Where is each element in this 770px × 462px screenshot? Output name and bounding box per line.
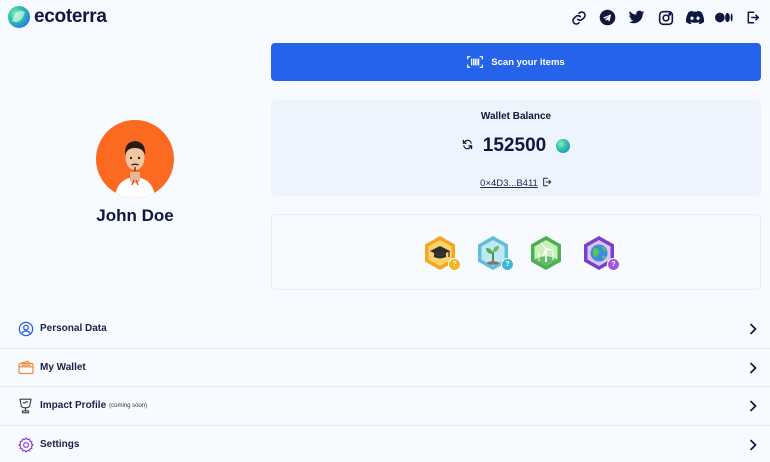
badge-status: ? <box>501 258 514 271</box>
barcode-scan-icon <box>467 56 484 68</box>
scan-items-button[interactable]: Scan your items <box>271 43 761 81</box>
profile-menu: Personal Data My Wallet Impact Profile (… <box>0 310 770 462</box>
menu-item-personal-data[interactable]: Personal Data <box>0 310 770 349</box>
badges-card: ? ? ? <box>271 214 761 290</box>
menu-label: My Wallet <box>40 361 86 373</box>
instagram-icon[interactable] <box>656 8 675 27</box>
coming-soon-note: (coming soon) <box>109 402 148 409</box>
ecoterra-logo-icon <box>8 6 30 28</box>
menu-item-impact-profile[interactable]: Impact Profile (coming soon) <box>0 387 770 426</box>
badge-status: ? <box>448 258 461 271</box>
menu-item-settings[interactable]: Settings <box>0 426 770 462</box>
scan-items-label: Scan your items <box>491 56 565 68</box>
refresh-icon[interactable] <box>462 137 473 155</box>
discord-icon[interactable] <box>685 8 704 27</box>
brand-logo[interactable]: ecoterra <box>8 6 107 28</box>
chevron-right-icon <box>750 323 757 335</box>
badge-list: ? ? ? <box>422 235 620 271</box>
gear-icon <box>17 436 34 453</box>
avatar[interactable] <box>96 120 174 198</box>
badge-status: ? <box>607 258 620 271</box>
link-icon[interactable] <box>569 8 588 27</box>
wallet-balance-card: Wallet Balance 152500 0×4D3...B411 <box>271 100 761 196</box>
balance-value: 152500 <box>482 135 547 156</box>
wind-turbine-badge-icon[interactable] <box>528 235 564 271</box>
address-row: 0×4D3...B411 <box>271 174 761 192</box>
balance-row: 152500 <box>271 135 761 157</box>
wallet-address[interactable]: 0×4D3...B411 <box>480 178 538 189</box>
brand-name: ecoterra <box>34 6 107 27</box>
logout-icon[interactable] <box>743 8 762 27</box>
wallet-title: Wallet Balance <box>480 111 552 122</box>
twitter-icon[interactable] <box>627 8 646 27</box>
copy-address-icon[interactable] <box>542 174 552 192</box>
graduation-cap-badge-icon[interactable]: ? <box>422 235 461 271</box>
header: ecoterra <box>0 0 770 36</box>
user-circle-icon <box>17 320 34 337</box>
social-links <box>569 8 762 27</box>
menu-label: Settings <box>40 439 80 451</box>
plant-badge-icon[interactable]: ? <box>475 235 514 271</box>
trophy-icon <box>17 397 34 414</box>
earth-badge-icon[interactable]: ? <box>581 235 620 271</box>
medium-icon[interactable] <box>714 8 733 27</box>
menu-label: Impact Profile <box>40 400 107 412</box>
telegram-icon[interactable] <box>598 8 617 27</box>
ecoterra-coin-icon <box>556 139 571 153</box>
chevron-right-icon <box>750 439 757 450</box>
chevron-right-icon <box>750 400 757 412</box>
user-name: John Doe <box>96 206 174 225</box>
menu-label: Personal Data <box>40 323 107 335</box>
chevron-right-icon <box>750 362 757 373</box>
menu-item-my-wallet[interactable]: My Wallet <box>0 349 770 387</box>
wallet-icon <box>17 359 34 376</box>
user-portrait-icon <box>115 141 155 198</box>
